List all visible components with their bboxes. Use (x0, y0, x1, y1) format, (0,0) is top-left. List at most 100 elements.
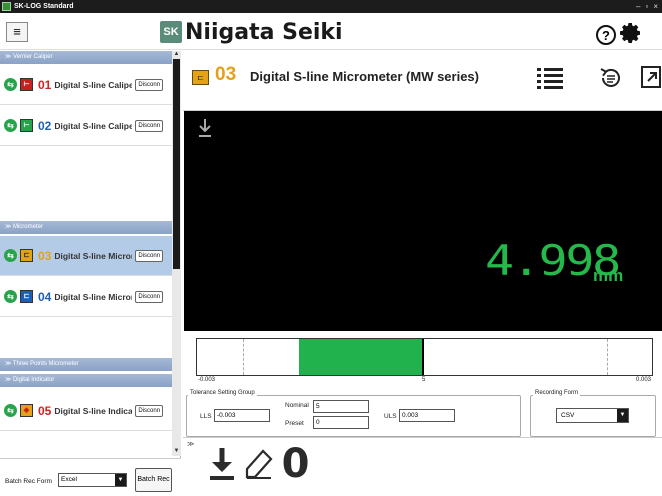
micrometer-icon: ⊏ (20, 249, 33, 262)
device-number: 02 (38, 118, 52, 133)
gauge-nominal-label: 5 (422, 377, 426, 383)
gauge-tick-high (606, 339, 608, 375)
group-label: Three Points Micrometer (12, 361, 79, 367)
micrometer-icon: ⊏ (20, 290, 33, 303)
gear-icon[interactable] (619, 21, 643, 45)
device-row-02[interactable]: ⇆ ⊢ 02 Digital S-line Caliper (M Disconn (0, 106, 172, 146)
download-icon[interactable] (198, 117, 212, 139)
group-label: Micrometer (12, 224, 43, 230)
indicator-icon: ◆ (20, 404, 33, 417)
brand-logo: SK Niigata Seiki (160, 19, 343, 45)
group-header-three-points[interactable]: ≫ Three Points Micrometer (0, 358, 172, 371)
tolerance-gauge (196, 338, 653, 376)
device-number: 03 (38, 248, 52, 263)
recording-form-select[interactable]: CSV ▼ (556, 408, 629, 423)
device-name: Digital S-line Caliper (M (54, 79, 133, 90)
device-row-01[interactable]: ⇆ ⊢ 01 Digital S-line Caliper (M Disconn (0, 65, 172, 105)
preset-label: Preset (285, 420, 304, 427)
hamburger-menu-button[interactable]: ≡ (6, 22, 28, 42)
zero-label: 0 (281, 441, 310, 487)
uls-label: ULS (384, 413, 397, 420)
caliper-icon: ⊢ (20, 78, 33, 91)
disconnect-button[interactable]: Disconn (135, 290, 164, 303)
sidebar-scrollbar[interactable]: ▲ ▼ (172, 51, 181, 456)
device-name: Digital S-line Micromete (54, 250, 132, 261)
device-header: ⊏ 03 Digital S-line Micrometer (MW serie… (183, 51, 662, 111)
disconnect-button[interactable]: Disconn (135, 404, 164, 417)
scroll-down-icon[interactable]: ▼ (172, 448, 181, 456)
connect-toggle-icon[interactable]: ⇆ (4, 78, 17, 91)
disconnect-button[interactable]: Disconn (135, 78, 164, 91)
device-number: 05 (38, 403, 52, 418)
nominal-input[interactable]: 5 (313, 400, 369, 413)
history-icon[interactable] (599, 66, 621, 90)
preset-input[interactable]: 0 (313, 416, 369, 429)
batch-record-bar: Batch Rec Form Excel ▼ Batch Rec (0, 458, 181, 496)
device-row-05[interactable]: ⇆ ◆ 05 Digital S-line Indicator [ Discon… (0, 391, 172, 431)
connect-toggle-icon[interactable]: ⇆ (4, 290, 17, 303)
lls-input[interactable]: -0.003 (214, 409, 270, 422)
device-number: 03 (215, 64, 237, 85)
disconnect-button[interactable]: Disconn (135, 119, 164, 132)
collapse-icon[interactable]: ≫ (187, 440, 194, 448)
batch-rec-button[interactable]: Batch Rec (135, 468, 172, 492)
group-header-indicator[interactable]: ≫ Digital Indicator (0, 374, 172, 387)
download-icon (209, 448, 234, 480)
disconnect-button[interactable]: Disconn (135, 249, 164, 262)
action-toolbar: ≫ 0 (183, 437, 662, 496)
logo-mark-icon: SK (160, 21, 182, 43)
chevron-down-icon[interactable]: ▼ (115, 474, 126, 486)
list-icon[interactable] (537, 66, 563, 90)
window-title: SK-LOG Standard (14, 3, 74, 10)
scroll-up-icon[interactable]: ▲ (172, 51, 181, 59)
device-number: 01 (38, 77, 52, 92)
recording-form-value: CSV (561, 412, 575, 419)
title-bar: SK-LOG Standard – ▫ × (0, 0, 662, 13)
gauge-fill-bar (299, 339, 423, 375)
batch-rec-form-label: Batch Rec Form (5, 478, 52, 485)
device-row-03[interactable]: ⇆ ⊏ 03 Digital S-line Micromete Disconn (0, 236, 172, 276)
connect-toggle-icon[interactable]: ⇆ (4, 404, 17, 417)
uls-input[interactable]: 0.003 (399, 409, 455, 422)
logo-text: Niigata Seiki (185, 19, 343, 45)
record-button[interactable] (205, 444, 238, 484)
group-header-micrometer[interactable]: ≫ Micrometer (0, 221, 172, 234)
gauge-nominal-marker (422, 339, 425, 375)
micrometer-icon: ⊏ (192, 70, 209, 85)
measurement-unit: mm (593, 266, 624, 285)
eraser-icon (245, 449, 273, 479)
group-label: Digital Indicator (12, 377, 55, 383)
gauge-high-label: 0.003 (636, 377, 652, 383)
window-controls: – ▫ × (636, 0, 658, 13)
app-window: SK-LOG Standard – ▫ × ≡ SK Niigata Seiki… (0, 0, 662, 496)
group-label: Vernier Caliper (12, 54, 53, 60)
connect-toggle-icon[interactable]: ⇆ (4, 249, 17, 262)
export-icon[interactable] (641, 66, 661, 88)
nominal-label: Nominal (285, 402, 309, 409)
device-name: Digital S-line Micromete (54, 291, 132, 302)
clear-button[interactable] (242, 444, 275, 484)
chevron-down-icon[interactable]: ▼ (617, 409, 628, 422)
scrollbar-thumb[interactable] (173, 59, 180, 269)
batch-rec-form-value: Excel (61, 476, 77, 483)
connect-toggle-icon[interactable]: ⇆ (4, 119, 17, 132)
group-header-vernier[interactable]: ≫ Vernier Caliper (0, 51, 172, 64)
maximize-button[interactable]: ▫ (645, 0, 648, 13)
gauge-tick-low (242, 339, 244, 375)
recording-form-label: Recording Form (533, 390, 581, 396)
device-name: Digital S-line Indicator [ (54, 405, 133, 416)
device-row-04[interactable]: ⇆ ⊏ 04 Digital S-line Micromete Disconn (0, 277, 172, 317)
top-bar: ≡ SK Niigata Seiki ? (0, 13, 662, 50)
device-title: Digital S-line Micrometer (MW series) (250, 69, 479, 84)
app-icon (2, 2, 11, 11)
measurement-display (184, 111, 662, 331)
device-sidebar: ≫ Vernier Caliper ⇆ ⊢ 01 Digital S-line … (0, 51, 181, 496)
device-name: Digital S-line Caliper (M (54, 120, 133, 131)
close-button[interactable]: × (653, 0, 658, 13)
gauge-low-label: -0.003 (198, 377, 216, 383)
batch-rec-form-select[interactable]: Excel ▼ (58, 473, 127, 487)
minimize-button[interactable]: – (636, 0, 640, 13)
zero-set-button[interactable]: 0 (279, 441, 312, 487)
help-icon[interactable]: ? (596, 25, 616, 45)
lls-label: LLS (200, 413, 212, 420)
